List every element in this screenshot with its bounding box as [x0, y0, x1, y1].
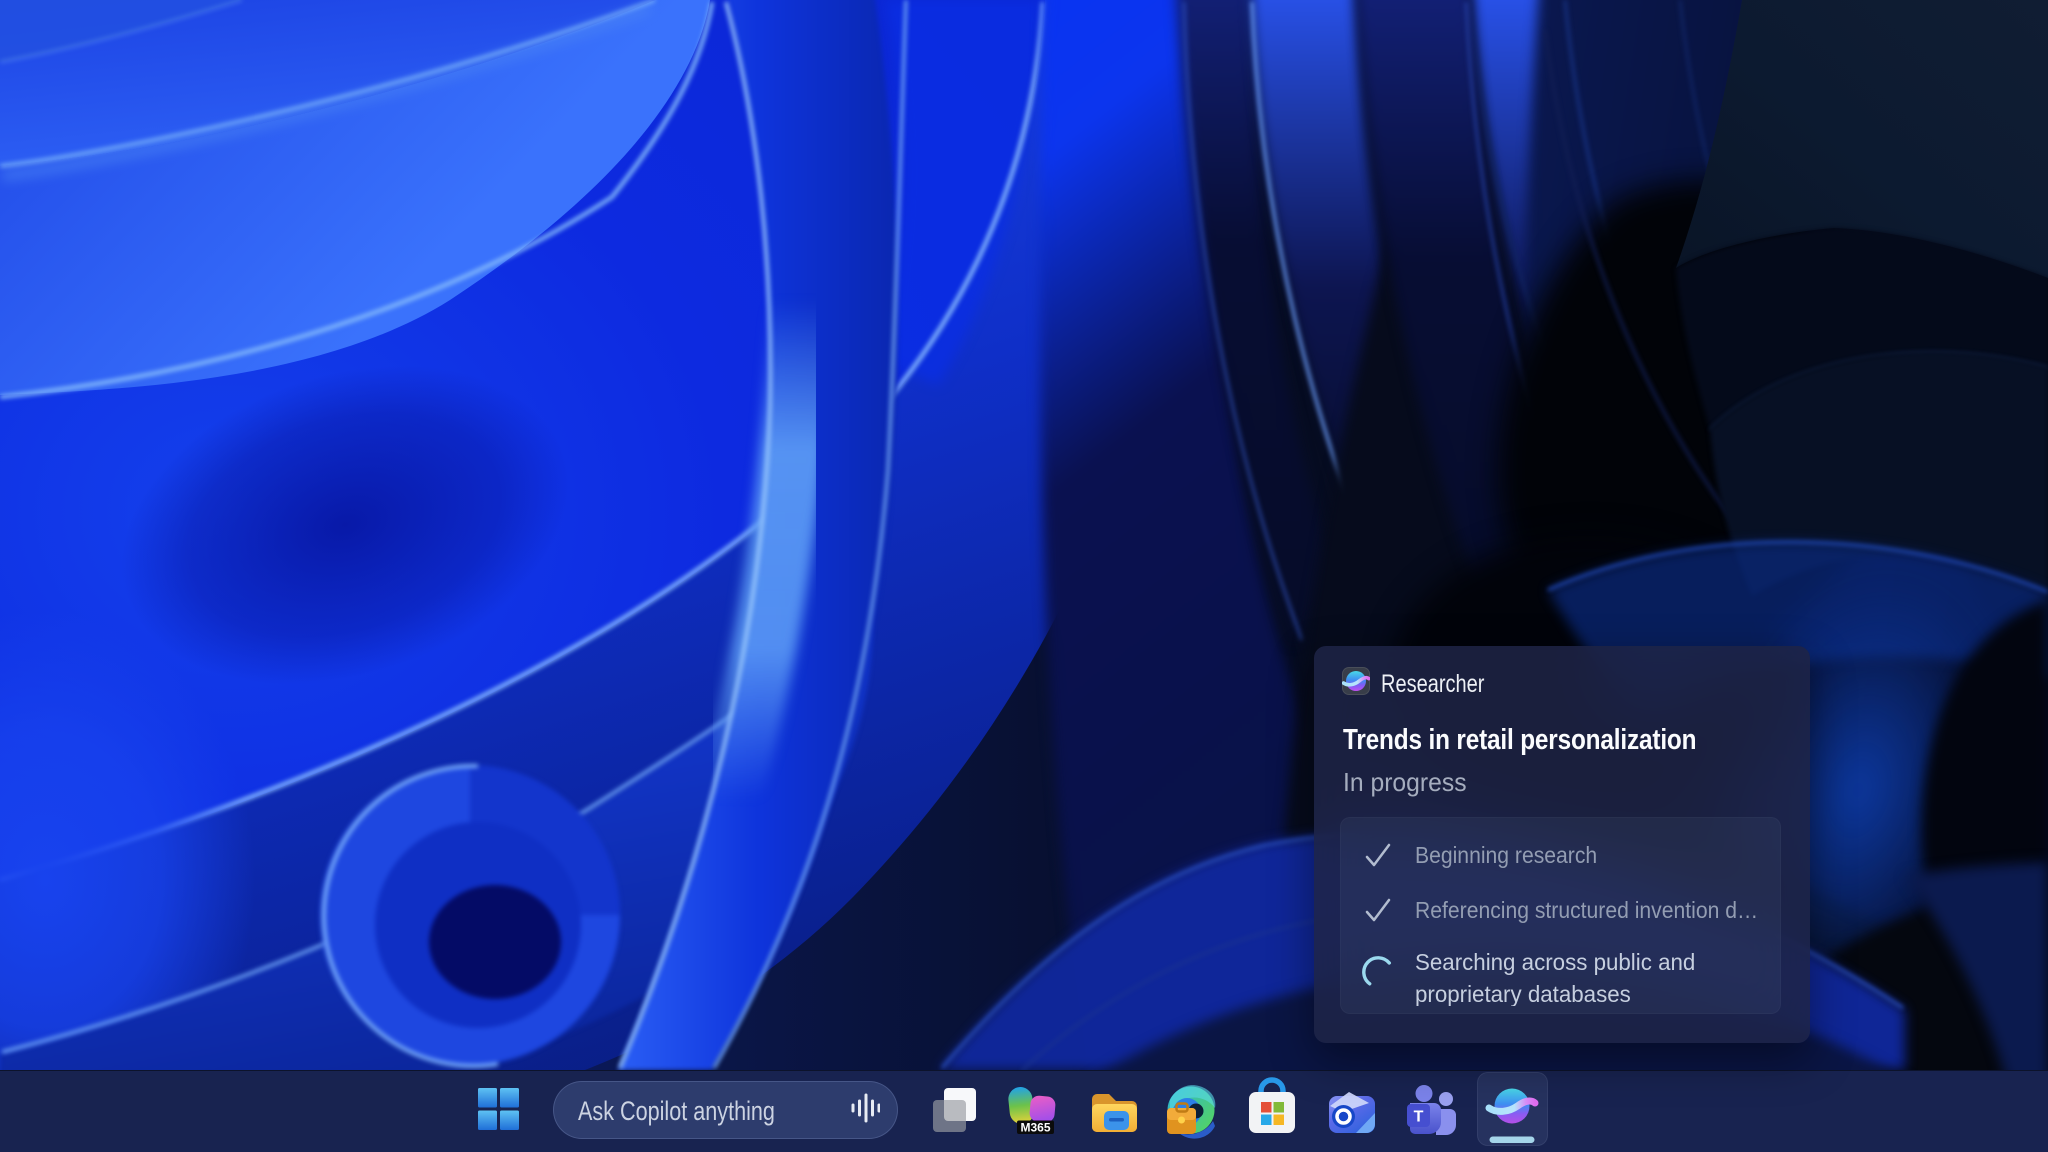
- svg-text:Referencing structured inventi: Referencing structured invention d…: [1415, 897, 1758, 923]
- svg-text:proprietary databases: proprietary databases: [1415, 980, 1631, 1006]
- svg-text:T: T: [1414, 1109, 1424, 1126]
- svg-text:Searching across public and: Searching across public and: [1415, 948, 1695, 975]
- svg-text:Beginning research: Beginning research: [1415, 842, 1597, 868]
- svg-text:M365: M365: [1020, 1121, 1050, 1135]
